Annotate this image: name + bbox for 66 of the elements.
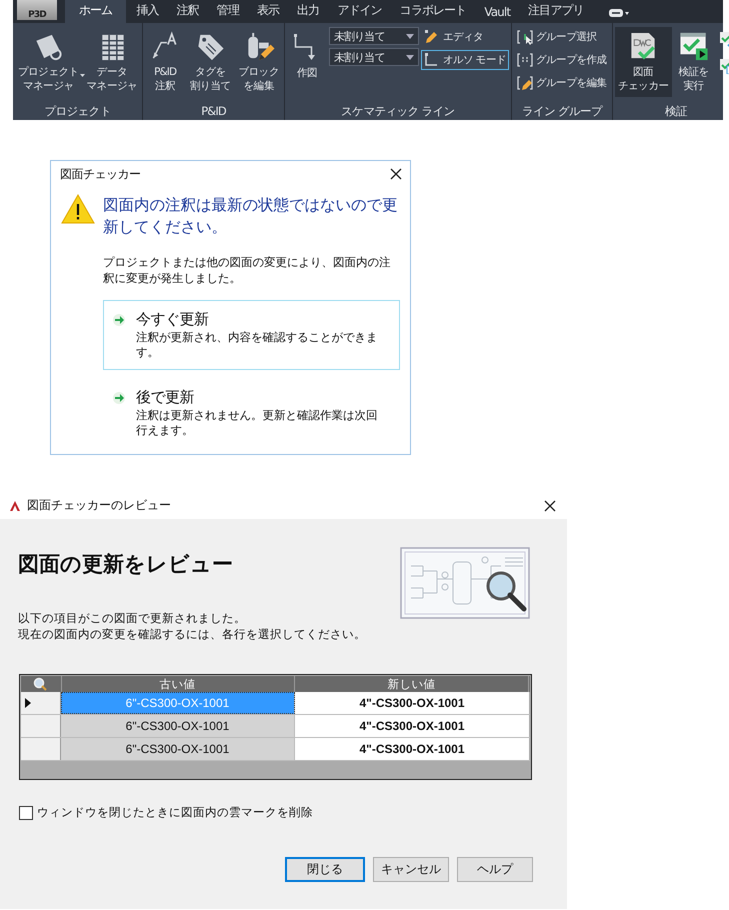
arrow-icon: [112, 391, 126, 405]
group-edit-icon: [516, 75, 533, 91]
dialog-heading: 図面内の注釈は最新の状態ではないので更新してください。: [103, 195, 398, 238]
description-text: 以下の項目がこの図面で更新されました。: [18, 610, 247, 626]
description-text: 現在の図面内の変更を確認するには、各行を選択してください。: [18, 626, 366, 642]
ribbon-tab[interactable]: 表示: [248, 0, 288, 23]
ribbon-button[interactable]: ブロック を編集: [236, 27, 282, 97]
table-cell: 4"-CS300-OX-1001: [295, 715, 529, 737]
ortho-corner-icon: [424, 52, 440, 68]
dialog-button[interactable]: 閉じる: [285, 857, 365, 882]
close-icon[interactable]: [390, 168, 402, 180]
dropdown-field[interactable]: 未割り当て: [328, 27, 419, 45]
panel-title: 検証: [664, 103, 688, 120]
ribbon-tab[interactable]: ホーム: [65, 0, 126, 23]
dropdown-field[interactable]: 未割り当て: [328, 48, 419, 66]
panel-title: プロジェクト: [43, 103, 112, 120]
arrow-icon: [112, 313, 126, 327]
checkbox-label[interactable]: ウィンドウを閉じたときに図面内の雲マークを削除: [37, 805, 313, 820]
warning-icon: [61, 194, 95, 224]
ribbon-tab[interactable]: 注目アプリ: [520, 0, 592, 23]
dialog-title: 図面チェッカーのレビュー: [27, 497, 172, 514]
ribbon-button[interactable]: 図面 チェッカー: [614, 27, 672, 97]
command-link[interactable]: 後で更新 注釈は更新されません。更新と確認作業は次回行えます。: [103, 378, 400, 448]
ribbon-button[interactable]: 検証を 実行: [674, 27, 714, 97]
table-cell: 4"-CS300-OX-1001: [295, 738, 529, 760]
ribbon-tab[interactable]: 注釈: [168, 0, 207, 23]
panel-title: ライン グループ: [520, 103, 604, 120]
cloud-toggle-icon[interactable]: [608, 8, 630, 18]
ribbon-button[interactable]: プロジェクト マネージャ: [15, 27, 82, 97]
app-button[interactable]: P3D: [17, 0, 57, 20]
ribbon-tab[interactable]: コラボレート: [392, 0, 474, 23]
pencil-icon: [424, 29, 440, 45]
ribbon-tab[interactable]: 出力: [289, 0, 328, 23]
dialog-title: 図面チェッカー: [60, 166, 140, 182]
panel-title: P&ID: [200, 103, 227, 120]
dialog-message: プロジェクトまたは他の図面の変更により、図面内の注釈に変更が発生しました。: [103, 254, 392, 286]
ribbon-button[interactable]: P&ID 注釈: [145, 27, 186, 97]
ribbon-button[interactable]: 作図: [286, 27, 327, 97]
ribbon-tab[interactable]: Vault: [476, 2, 518, 23]
ribbon-button[interactable]: グループを編集: [514, 73, 610, 93]
row-header[interactable]: [21, 692, 61, 714]
caret-icon: [406, 54, 414, 60]
ribbon-button[interactable]: オルソ モード: [420, 50, 509, 70]
ribbon-button[interactable]: グループ選択: [514, 27, 610, 47]
group-select-icon: [516, 29, 533, 45]
table-cell[interactable]: 6"-CS300-OX-1001: [61, 738, 295, 760]
dialog-heading: 図面の更新をレビュー: [18, 551, 234, 578]
checkbox[interactable]: [19, 806, 33, 820]
check-run-icon: [678, 31, 710, 62]
panel-title: スケマティック ライン: [340, 103, 456, 120]
close-icon[interactable]: [544, 500, 556, 512]
table-cell[interactable]: 6"-CS300-OX-1001: [61, 715, 295, 737]
app-logo-icon: [9, 500, 21, 512]
ribbon-tab[interactable]: アドイン: [329, 0, 390, 23]
ribbon-button[interactable]: タグを 割り当て: [187, 27, 234, 97]
ribbon-button[interactable]: エディタ: [420, 27, 509, 47]
ribbon-button[interactable]: グループを作成: [514, 50, 610, 70]
table-cell: 4"-CS300-OX-1001: [295, 692, 529, 714]
group-create-icon: [516, 52, 533, 68]
command-link[interactable]: 今すぐ更新 注釈が更新され、内容を確認することができます。: [103, 300, 400, 370]
ribbon-tab[interactable]: 挿入: [128, 0, 167, 23]
ribbon-tab[interactable]: 管理: [208, 0, 247, 23]
dialog-button[interactable]: キャンセル: [373, 857, 449, 882]
ribbon-button[interactable]: データ マネージャ: [84, 27, 140, 97]
caret-icon: [406, 34, 414, 38]
dialog-button[interactable]: ヘルプ: [457, 857, 533, 882]
